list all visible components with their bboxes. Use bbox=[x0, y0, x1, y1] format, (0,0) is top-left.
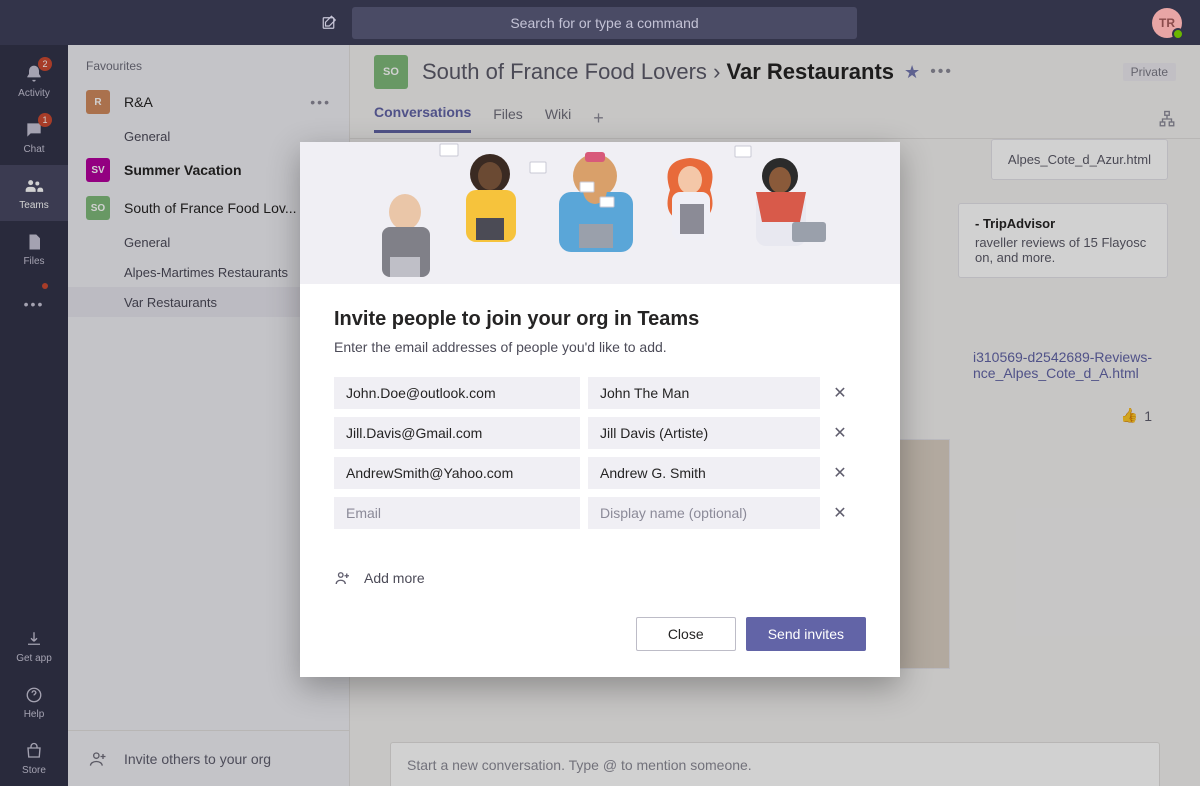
invite-row: ✕ bbox=[334, 457, 866, 489]
compose-icon[interactable] bbox=[318, 11, 342, 35]
remove-row-icon[interactable]: ✕ bbox=[828, 421, 852, 445]
add-more-label: Add more bbox=[364, 570, 425, 586]
invite-row: ✕ bbox=[334, 497, 866, 529]
remove-row-icon[interactable]: ✕ bbox=[828, 461, 852, 485]
email-field[interactable] bbox=[334, 417, 580, 449]
title-bar: Search for or type a command TR bbox=[0, 0, 1200, 45]
avatar-initials: TR bbox=[1159, 16, 1175, 30]
display-name-field[interactable] bbox=[588, 377, 820, 409]
invite-row: ✕ bbox=[334, 417, 866, 449]
display-name-field[interactable] bbox=[588, 417, 820, 449]
remove-row-icon[interactable]: ✕ bbox=[828, 381, 852, 405]
modal-hero bbox=[300, 142, 900, 284]
close-button[interactable]: Close bbox=[636, 617, 736, 651]
send-invites-button[interactable]: Send invites bbox=[746, 617, 866, 651]
email-field[interactable] bbox=[334, 377, 580, 409]
hero-illustration-icon bbox=[340, 142, 860, 284]
invite-rows: ✕ ✕ ✕ ✕ bbox=[334, 377, 866, 529]
email-field[interactable] bbox=[334, 497, 580, 529]
search-input[interactable]: Search for or type a command bbox=[352, 7, 857, 39]
remove-row-icon[interactable]: ✕ bbox=[828, 501, 852, 525]
modal-title: Invite people to join your org in Teams bbox=[334, 308, 866, 331]
modal-subtitle: Enter the email addresses of people you'… bbox=[334, 339, 866, 355]
add-more-button[interactable]: Add more bbox=[334, 569, 866, 587]
invite-modal: Invite people to join your org in Teams … bbox=[300, 142, 900, 677]
presence-icon bbox=[1172, 28, 1184, 40]
avatar[interactable]: TR bbox=[1152, 8, 1182, 38]
display-name-field[interactable] bbox=[588, 457, 820, 489]
email-field[interactable] bbox=[334, 457, 580, 489]
add-person-icon bbox=[334, 569, 352, 587]
display-name-field[interactable] bbox=[588, 497, 820, 529]
invite-row: ✕ bbox=[334, 377, 866, 409]
